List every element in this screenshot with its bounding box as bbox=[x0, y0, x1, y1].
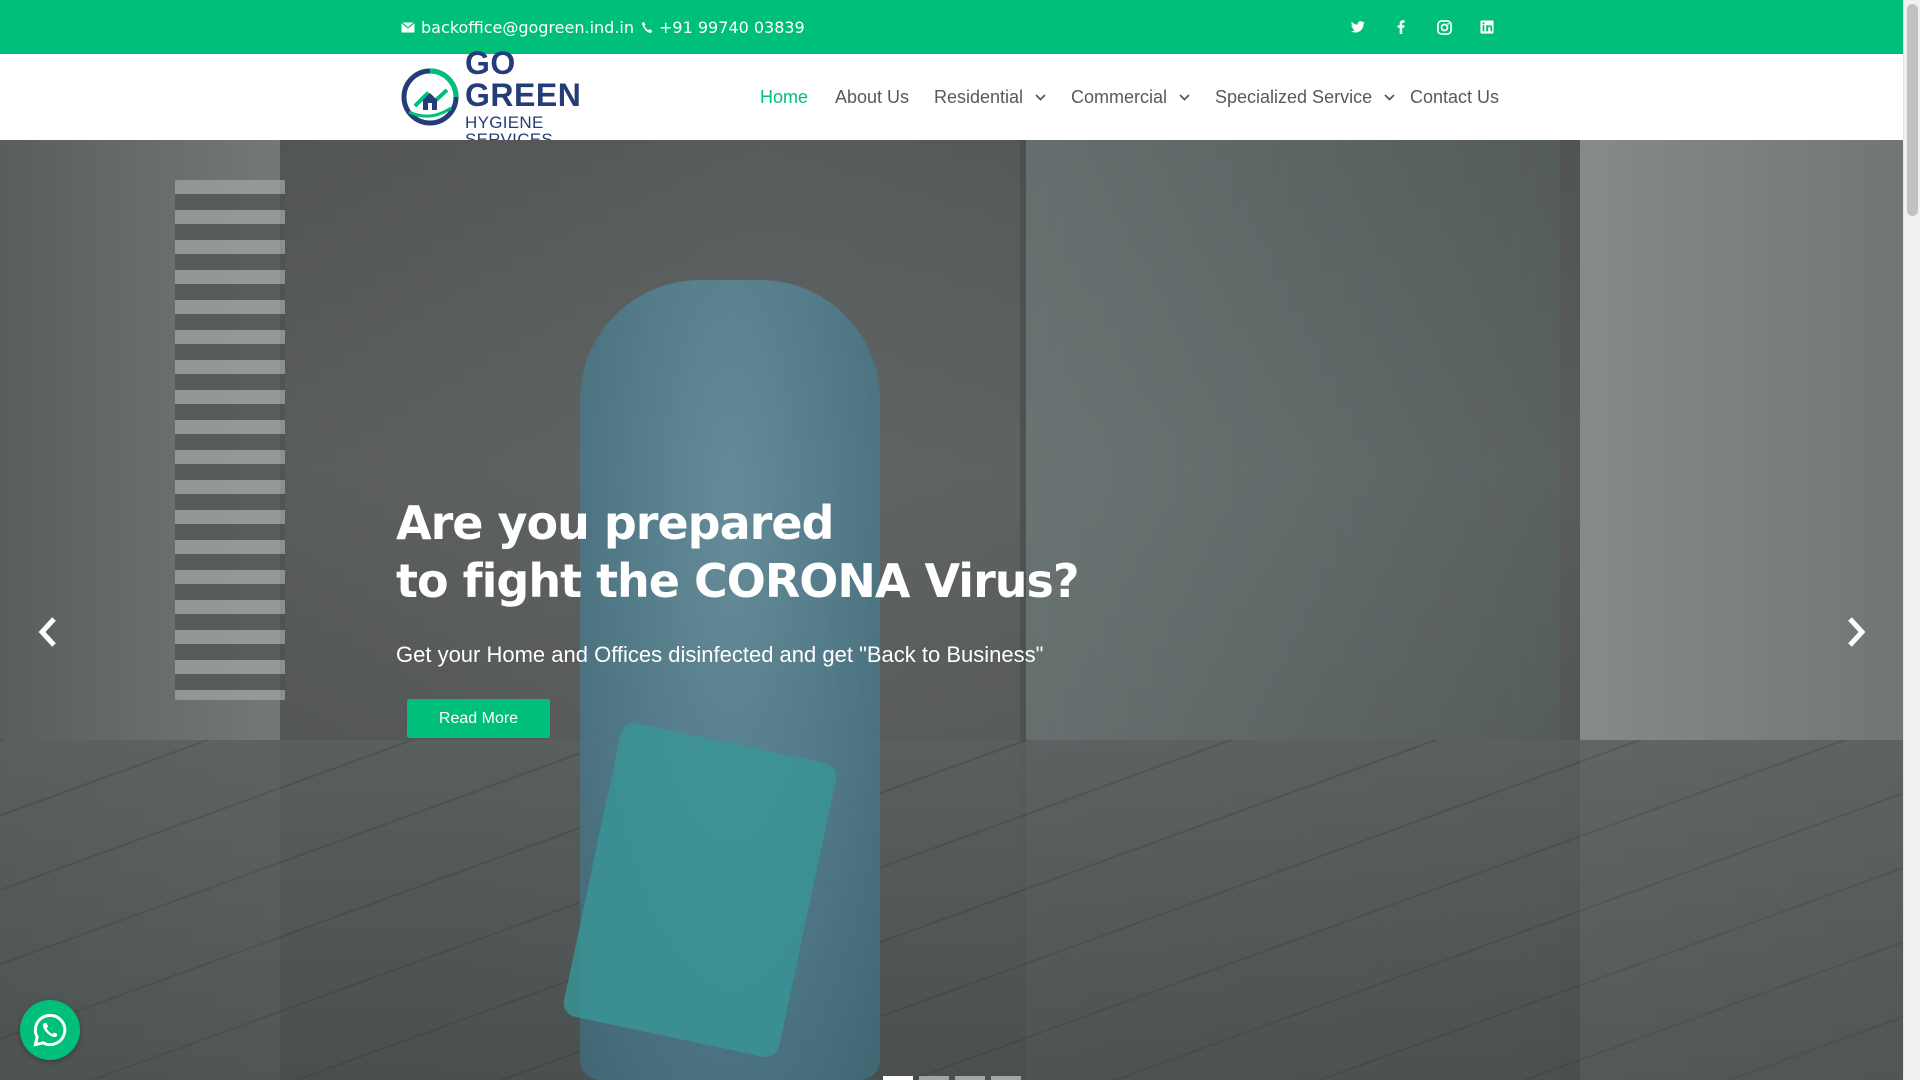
nav-about-us-label: About Us bbox=[835, 86, 910, 107]
nav-specialized-service-label: Specialized Service bbox=[1215, 86, 1373, 107]
hero-overlay bbox=[0, 140, 1903, 1080]
chevron-down-icon bbox=[1384, 93, 1395, 101]
slider-indicator[interactable] bbox=[955, 1076, 985, 1080]
logo[interactable]: GO GREEN HYGIENE SERVICES bbox=[401, 47, 629, 148]
linkedin-link[interactable] bbox=[1473, 0, 1501, 54]
facebook-icon bbox=[1397, 20, 1405, 34]
nav-commercial[interactable]: Commercial bbox=[1071, 54, 1190, 140]
phone-text: +91 99740 03839 bbox=[659, 17, 805, 37]
page-scrollbar[interactable] bbox=[1903, 0, 1920, 1080]
logo-text: GO GREEN HYGIENE SERVICES bbox=[465, 47, 629, 148]
whatsapp-button[interactable] bbox=[20, 1000, 80, 1060]
twitter-link[interactable] bbox=[1344, 0, 1372, 54]
slider-indicator[interactable] bbox=[919, 1076, 949, 1080]
nav-about-us[interactable]: About Us bbox=[835, 54, 909, 140]
hero-subtitle: Get your Home and Offices disinfected an… bbox=[396, 642, 1044, 667]
twitter-icon bbox=[1351, 21, 1365, 33]
nav-home-label: Home bbox=[760, 86, 809, 107]
hero-slider: Are you prepared to fight the CORONA Vir… bbox=[0, 140, 1903, 1080]
slider-next-button[interactable] bbox=[1836, 607, 1876, 657]
hero-heading-line2: to fight the CORONA Virus? bbox=[396, 554, 1080, 608]
instagram-link[interactable] bbox=[1430, 0, 1458, 54]
logo-mark-icon bbox=[401, 68, 459, 126]
slider-indicators bbox=[883, 1076, 1021, 1080]
phone-icon bbox=[641, 21, 653, 33]
slider-indicator[interactable] bbox=[883, 1076, 913, 1080]
instagram-icon bbox=[1436, 19, 1452, 35]
whatsapp-icon bbox=[33, 1013, 67, 1047]
nav-residential-label: Residential bbox=[934, 86, 1024, 107]
nav-specialized-service[interactable]: Specialized Service bbox=[1215, 54, 1395, 140]
chevron-down-icon bbox=[1035, 93, 1046, 101]
slider-prev-button[interactable] bbox=[28, 607, 68, 657]
nav-residential[interactable]: Residential bbox=[934, 54, 1046, 140]
chevron-left-icon bbox=[38, 617, 56, 647]
nav-home[interactable]: Home bbox=[760, 54, 808, 140]
linkedin-icon bbox=[1480, 20, 1494, 34]
top-bar: backoffice@gogreen.ind.in +91 99740 0383… bbox=[0, 0, 1903, 54]
facebook-link[interactable] bbox=[1387, 0, 1415, 54]
nav-commercial-label: Commercial bbox=[1071, 86, 1168, 107]
phone-link[interactable]: +91 99740 03839 bbox=[641, 0, 805, 54]
mail-icon bbox=[401, 21, 415, 32]
logo-title: GO GREEN bbox=[465, 44, 582, 113]
hero-heading: Are you prepared to fight the CORONA Vir… bbox=[396, 494, 1156, 610]
slider-indicator[interactable] bbox=[991, 1076, 1021, 1080]
main-header: GO GREEN HYGIENE SERVICES Home About Us … bbox=[0, 47, 1903, 148]
hero-heading-line1: Are you prepared bbox=[396, 496, 834, 550]
chevron-right-icon bbox=[1848, 617, 1866, 647]
read-more-button[interactable]: Read More bbox=[407, 699, 550, 738]
scrollbar-thumb[interactable] bbox=[1907, 4, 1918, 216]
nav-contact-us[interactable]: Contact Us bbox=[1410, 54, 1499, 140]
nav-contact-us-label: Contact Us bbox=[1410, 86, 1500, 107]
chevron-down-icon bbox=[1179, 93, 1190, 101]
email-text: backoffice@gogreen.ind.in bbox=[421, 17, 635, 37]
